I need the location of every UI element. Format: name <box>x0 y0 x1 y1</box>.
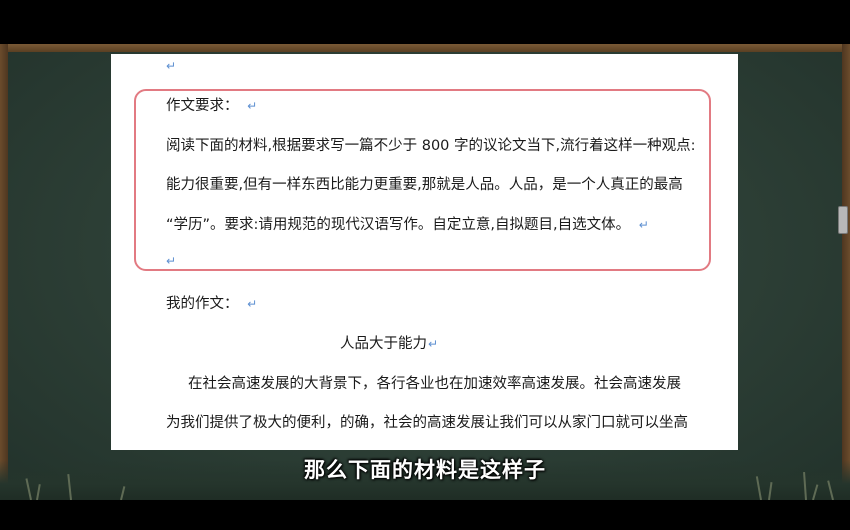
requirement-line-1: 阅读下面的材料,根据要求写一篇不少于 800 字的议论文当下,流行着这样一种观点… <box>166 138 696 154</box>
scrollbar-handle[interactable] <box>838 206 848 234</box>
board-frame-right <box>842 44 850 500</box>
requirement-line-3: “学历”。要求:请用规范的现代汉语写作。自定立意,自拟题目,自选文体。 ↵ <box>166 217 649 233</box>
paragraph-mark-icon: ↵ <box>166 59 177 73</box>
board-frame-top <box>0 44 850 52</box>
video-subtitle: 那么下面的材料是这样子 <box>304 458 546 482</box>
essay-line-1: 在社会高速发展的大背景下，各行各业也在加速效率高速发展。社会高速发展 <box>188 376 681 392</box>
paragraph-mark-icon: ↵ <box>166 254 177 268</box>
document-page: ↵ 作文要求： ↵ 阅读下面的材料,根据要求写一篇不少于 800 字的议论文当下… <box>111 54 738 450</box>
top-letterbox <box>0 0 850 44</box>
my-essay-heading: 我的作文： ↵ <box>166 296 258 312</box>
paragraph-mark-icon: ↵ <box>247 297 258 311</box>
requirement-line-2: 能力很重要,但有一样东西比能力更重要,那就是人品。人品，是一个人真正的最高 <box>166 177 683 193</box>
essay-line-2: 为我们提供了极大的便利，的确，社会的高速发展让我们可以从家门口就可以坐高 <box>166 415 688 431</box>
paragraph-mark-icon: ↵ <box>638 218 649 232</box>
paragraph-mark-icon: ↵ <box>428 337 439 351</box>
essay-title: 人品大于能力↵ <box>340 336 439 352</box>
requirement-heading: 作文要求： ↵ <box>166 98 258 114</box>
board-frame-left <box>0 44 8 500</box>
bottom-letterbox <box>0 500 850 530</box>
paragraph-mark-icon: ↵ <box>247 99 258 113</box>
